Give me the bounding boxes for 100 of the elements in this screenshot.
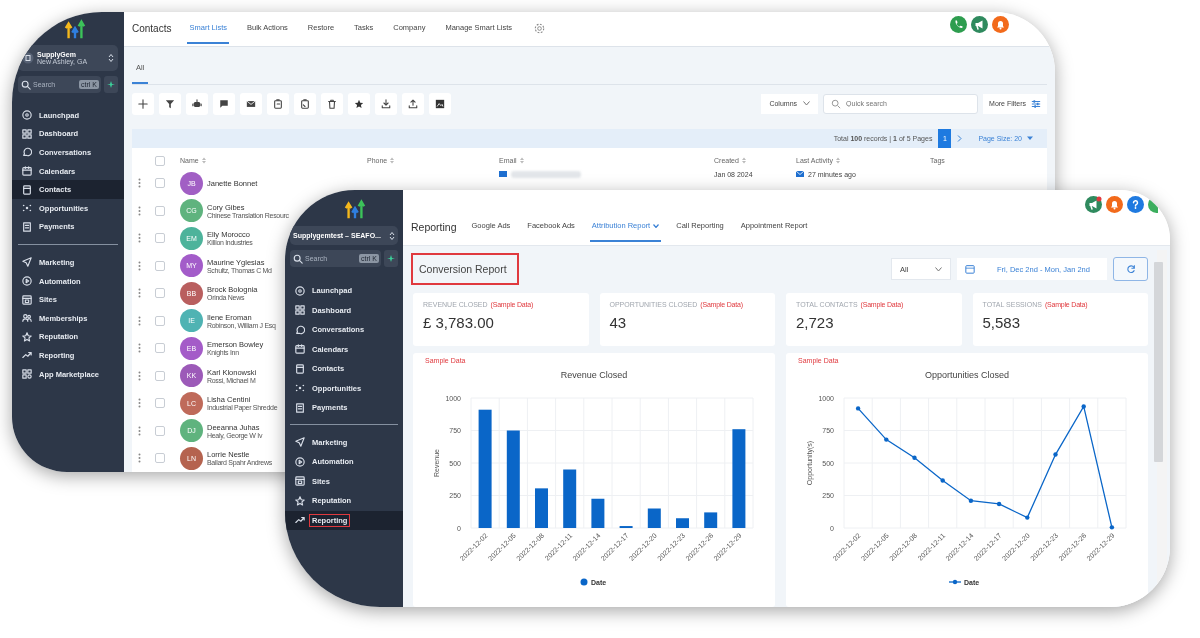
search-icon: [21, 79, 31, 90]
kebab-icon[interactable]: [138, 370, 141, 381]
sparkle-button[interactable]: [384, 250, 398, 267]
row-checkbox[interactable]: [155, 453, 165, 464]
row-checkbox[interactable]: [155, 205, 165, 216]
clipboard-button[interactable]: [294, 92, 316, 115]
chevron-down-icon: [803, 100, 811, 107]
clipboard-icon[interactable]: [300, 98, 310, 109]
people-icon: [22, 313, 32, 324]
kebab-icon[interactable]: [138, 288, 141, 299]
calendar-icon: [965, 264, 975, 274]
mail-icon: [796, 171, 804, 177]
stat-value: £ 3,783.00: [423, 314, 495, 331]
data-point: [940, 478, 945, 483]
star-button[interactable]: [348, 92, 370, 115]
clipboard-icon[interactable]: [273, 98, 283, 109]
megaphone-icon[interactable]: [1085, 196, 1102, 213]
sort-icon[interactable]: [201, 157, 206, 164]
kebab-icon[interactable]: [138, 260, 141, 271]
kebab-icon[interactable]: [138, 343, 141, 354]
kebab-icon[interactable]: [138, 398, 141, 409]
kebab-icon[interactable]: [138, 205, 141, 216]
upload-button[interactable]: [402, 92, 424, 115]
data-point: [1053, 452, 1058, 457]
row-checkbox[interactable]: [155, 343, 165, 354]
mail-icon[interactable]: [246, 98, 256, 109]
robot-button[interactable]: [186, 92, 208, 115]
row-checkbox[interactable]: [155, 233, 165, 244]
megaphone-icon[interactable]: [971, 16, 988, 33]
data-point: [884, 437, 889, 442]
star-icon[interactable]: [354, 98, 364, 109]
arrows-logo: [64, 18, 86, 40]
trend-icon: [22, 350, 32, 361]
apps-icon: [22, 369, 32, 379]
kebab-icon[interactable]: [138, 425, 141, 436]
upload-icon[interactable]: [408, 98, 418, 109]
calendar-icon: [22, 166, 32, 177]
kebab-icon[interactable]: [138, 233, 141, 244]
robot-icon[interactable]: [192, 98, 202, 109]
bell-icon[interactable]: [1106, 196, 1123, 213]
stat-value: 2,723: [796, 314, 835, 331]
plus-icon[interactable]: [138, 98, 148, 109]
filter-icon[interactable]: [165, 98, 175, 109]
row-checkbox[interactable]: [155, 425, 165, 436]
updown-icon: [389, 230, 395, 241]
row-checkbox[interactable]: [155, 398, 165, 409]
sort-icon[interactable]: [741, 157, 746, 164]
message-button[interactable]: [213, 92, 235, 115]
trash-button[interactable]: [321, 92, 343, 115]
refresh-button[interactable]: [1113, 257, 1148, 281]
trash-icon[interactable]: [327, 98, 337, 109]
download-icon[interactable]: [381, 98, 391, 109]
image-button[interactable]: [429, 92, 451, 115]
row-checkbox[interactable]: [155, 260, 165, 271]
clipboard-button[interactable]: [267, 92, 289, 115]
bar: [704, 512, 718, 528]
card-icon: [295, 363, 305, 374]
image-icon[interactable]: [435, 98, 445, 109]
card-icon: [22, 184, 32, 195]
receipt-icon: [22, 221, 32, 232]
sort-icon[interactable]: [519, 157, 524, 164]
sparkle-button[interactable]: [104, 76, 118, 93]
legend-icon: [580, 578, 588, 586]
kebab-icon[interactable]: [138, 453, 141, 464]
page-heading: Contacts: [132, 23, 172, 35]
kebab-icon[interactable]: [138, 178, 141, 189]
calendar-icon: [295, 344, 305, 355]
stat-value: 43: [609, 314, 628, 331]
target-icon: [22, 110, 32, 121]
download-button[interactable]: [375, 92, 397, 115]
bar: [563, 469, 577, 528]
sort-icon[interactable]: [390, 157, 395, 164]
phone-icon[interactable]: [950, 16, 967, 33]
building-icon: [22, 52, 34, 64]
plus-button[interactable]: [132, 92, 154, 115]
send-icon: [22, 257, 32, 268]
filter-button[interactable]: [159, 92, 181, 115]
dots-icon: [295, 383, 305, 394]
row-checkbox[interactable]: [155, 370, 165, 381]
page-heading: Reporting: [411, 220, 457, 233]
report-title: Conversion Report: [413, 255, 517, 283]
bell-icon[interactable]: [992, 16, 1009, 33]
caret-icon[interactable]: [1027, 134, 1033, 142]
data-point: [968, 498, 974, 503]
sort-icon[interactable]: [835, 157, 840, 164]
row-checkbox[interactable]: [155, 288, 165, 299]
select-all-checkbox[interactable]: [155, 155, 165, 166]
message-icon[interactable]: [219, 98, 229, 109]
grid-icon: [22, 128, 32, 139]
dots-icon: [22, 203, 32, 214]
mail-button[interactable]: [240, 92, 262, 115]
row-checkbox[interactable]: [155, 315, 165, 326]
star-icon: [22, 331, 32, 342]
kebab-icon[interactable]: [138, 315, 141, 326]
row-checkbox[interactable]: [155, 178, 165, 189]
data-point: [1109, 525, 1115, 530]
send-icon: [295, 437, 305, 448]
settings-icon[interactable]: [534, 23, 546, 35]
chat-bubble-icon: [22, 147, 32, 158]
help-icon[interactable]: [1127, 196, 1144, 213]
